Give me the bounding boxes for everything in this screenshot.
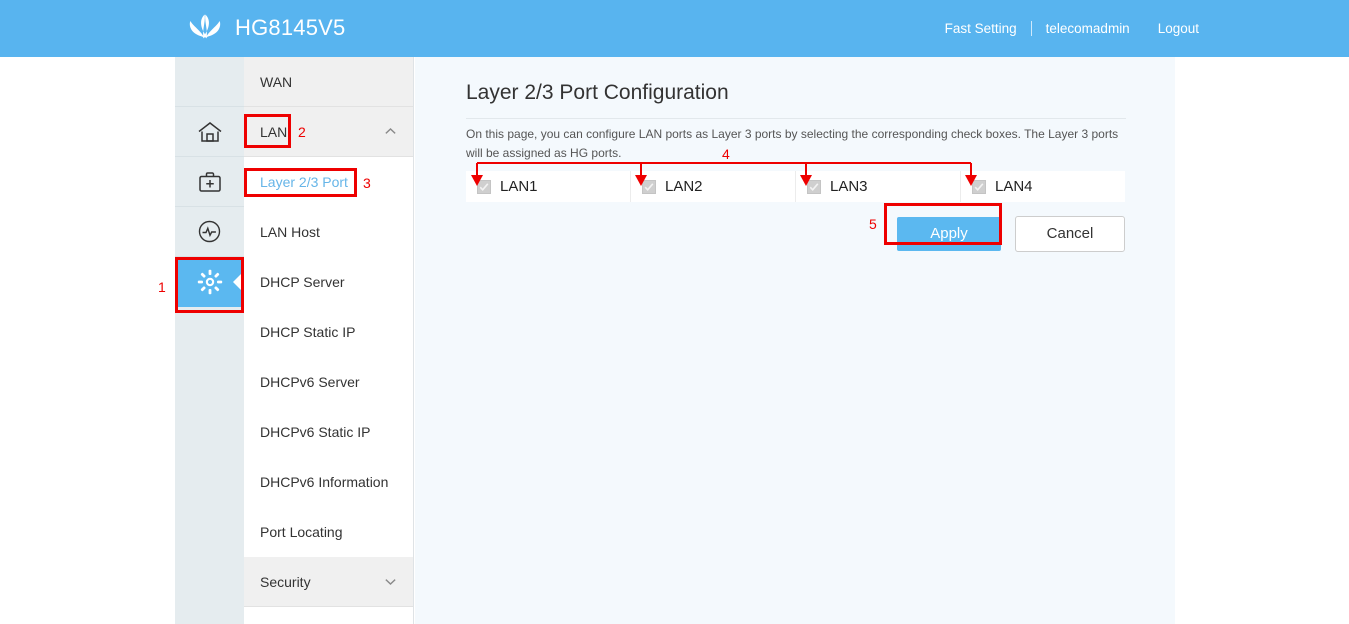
annotation-step-3: 3: [363, 175, 371, 191]
menu-item-dhcp-static-ip[interactable]: DHCP Static IP: [244, 307, 413, 357]
menu-label: DHCP Static IP: [260, 324, 356, 340]
menu-item-dhcp-server[interactable]: DHCP Server: [244, 257, 413, 307]
annotation-step-5: 5: [869, 216, 877, 232]
current-user-link[interactable]: telecomadmin: [1046, 21, 1130, 36]
toolkit-icon: [198, 170, 222, 194]
menu-group-security[interactable]: Security: [244, 557, 413, 607]
title-divider: [466, 118, 1126, 119]
checkbox-lan2[interactable]: [642, 179, 656, 194]
icon-rail: [175, 57, 244, 624]
checkbox-lan3[interactable]: [807, 179, 821, 194]
settings-menu: WAN LAN Layer 2/3 Port LAN Host DHCP Ser…: [244, 57, 414, 624]
menu-item-dhcpv6-server[interactable]: DHCPv6 Server: [244, 357, 413, 407]
menu-group-lan[interactable]: LAN: [244, 107, 413, 157]
menu-label: Port Locating: [260, 524, 343, 540]
menu-item-port-locating[interactable]: Port Locating: [244, 507, 413, 557]
lan-port-checkboxes: LAN1 LAN2 LAN3 LAN4: [466, 171, 1125, 202]
chevron-up-icon: [384, 125, 397, 138]
apply-button[interactable]: Apply: [897, 216, 1001, 251]
annotation-step-4: 4: [722, 146, 730, 162]
page-description: On this page, you can configure LAN port…: [466, 127, 1119, 160]
port-cell[interactable]: LAN3: [796, 171, 961, 202]
home-icon: [197, 120, 223, 144]
port-label: LAN3: [830, 178, 868, 195]
router-web-ui: HG8145V5 Fast Setting telecomadmin Logou…: [0, 0, 1349, 624]
menu-label: DHCPv6 Information: [260, 474, 389, 490]
checkbox-lan1[interactable]: [477, 179, 491, 194]
annotation-step-1: 1: [158, 279, 166, 295]
app-header: HG8145V5 Fast Setting telecomadmin Logou…: [0, 0, 1349, 57]
port-label: LAN2: [665, 178, 703, 195]
rail-spacer: [175, 57, 244, 107]
status-monitor-icon: [197, 219, 222, 244]
rail-item-advanced-settings[interactable]: [175, 257, 244, 307]
checkbox-lan4[interactable]: [972, 179, 986, 194]
brand-area: HG8145V5: [185, 10, 345, 46]
port-label: LAN4: [995, 178, 1033, 195]
menu-label: DHCPv6 Static IP: [260, 424, 371, 440]
form-actions: Apply Cancel: [466, 206, 1125, 261]
chevron-down-icon: [384, 575, 397, 588]
menu-item-lan-host[interactable]: LAN Host: [244, 207, 413, 257]
header-nav: Fast Setting telecomadmin Logout: [945, 21, 1199, 36]
menu-item-dhcpv6-static-ip[interactable]: DHCPv6 Static IP: [244, 407, 413, 457]
cancel-button[interactable]: Cancel: [1015, 215, 1125, 252]
content-area: Layer 2/3 Port Configuration On this pag…: [415, 57, 1175, 624]
logout-link[interactable]: Logout: [1158, 21, 1199, 36]
menu-group-wan[interactable]: WAN: [244, 57, 413, 107]
port-label: LAN1: [500, 178, 538, 195]
menu-label: LAN: [260, 123, 288, 140]
port-cell[interactable]: LAN2: [631, 171, 796, 202]
port-cell[interactable]: LAN1: [466, 171, 631, 202]
menu-label: DHCPv6 Server: [260, 374, 360, 390]
nav-divider: [1030, 21, 1032, 36]
menu-item-layer-2-3-port[interactable]: Layer 2/3 Port: [244, 157, 413, 207]
active-rail-pointer: [233, 271, 244, 293]
annotation-step-2: 2: [298, 124, 306, 140]
gear-icon: [197, 269, 223, 295]
rail-item-home[interactable]: [175, 107, 244, 157]
port-cell[interactable]: LAN4: [961, 171, 1125, 202]
rail-item-status[interactable]: [175, 207, 244, 257]
menu-label: LAN Host: [260, 224, 320, 240]
huawei-logo-icon: [185, 10, 225, 46]
menu-label: Security: [260, 573, 311, 590]
page-title: Layer 2/3 Port Configuration: [466, 81, 729, 104]
product-name: HG8145V5: [235, 15, 346, 40]
rail-item-maintenance[interactable]: [175, 157, 244, 207]
menu-label: Layer 2/3 Port: [260, 174, 348, 190]
menu-label: DHCP Server: [260, 274, 345, 290]
menu-label: WAN: [260, 73, 293, 90]
menu-item-dhcpv6-information[interactable]: DHCPv6 Information: [244, 457, 413, 507]
fast-setting-link[interactable]: Fast Setting: [945, 21, 1017, 36]
